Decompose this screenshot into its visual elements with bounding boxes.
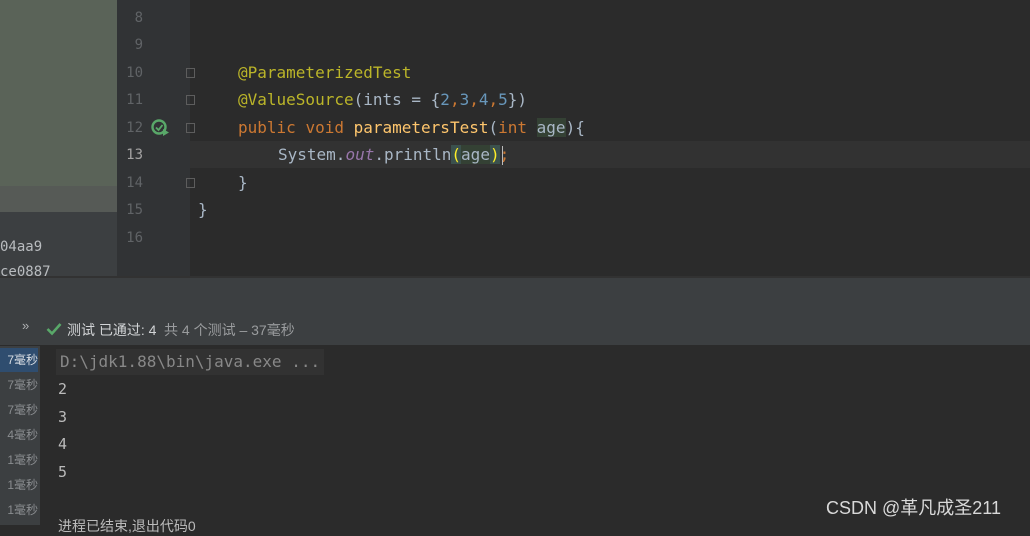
fold-icon[interactable] [186,68,195,78]
line-number: 10 [126,65,143,81]
code-line-11: @ValueSource(ints = {2,3,4,5}) [238,90,527,109]
parameter-name: age [536,118,566,137]
output-line: 5 [58,463,68,481]
line-number-current: 13 [126,147,143,163]
project-panel: 04aa9 ce0887 [0,0,117,276]
code-token: (ints = { [353,90,441,109]
keyword: void [305,118,344,137]
process-exit-message: 进程已结束,退出代码0 [58,518,196,534]
code-token: , [488,90,499,109]
test-duration[interactable]: 1毫秒 [0,451,38,469]
text-cursor [502,146,503,165]
code-token: ( [488,118,499,137]
panel-preview [0,0,117,186]
method-name: parametersTest [353,118,489,137]
code-line-14: } [238,173,248,192]
line-number: 12 [126,120,143,136]
code-token: .println [374,145,452,164]
commit-hash-1[interactable]: 04aa9 [0,239,42,255]
code-line-15: } [198,200,208,219]
test-duration[interactable]: 1毫秒 [0,501,38,519]
fold-icon[interactable] [186,95,195,105]
code-token: System. [278,145,346,164]
static-field: out [345,145,375,164]
keyword: public [238,118,296,137]
line-number: 8 [134,10,143,26]
annotation: @ParameterizedTest [238,63,412,82]
code-token: }) [507,90,528,109]
watermark: CSDN @革凡成圣211 [826,498,1001,518]
fold-icon[interactable] [186,178,195,188]
test-status-bar: » 测试 已通过: 4 共 4 个测试 – 37毫秒 [0,310,1030,346]
argument: age [461,145,490,164]
code-line-10: @ParameterizedTest [238,63,411,82]
number-literal: 3 [459,90,470,109]
line-number: 11 [126,92,143,108]
expand-chevron-icon[interactable]: » [22,318,29,333]
line-number: 14 [126,175,143,191]
code-token: , [449,90,460,109]
test-duration[interactable]: 7毫秒 [0,401,38,419]
code-token: } [238,173,248,192]
commit-hash-2[interactable]: ce0887 [0,264,51,276]
line-number: 15 [126,202,143,218]
output-line: 2 [58,380,68,398]
test-duration[interactable]: 7毫秒 [0,376,38,394]
run-test-icon[interactable] [150,118,172,138]
matched-paren: ) [489,145,500,164]
code-token: ){ [565,118,585,137]
output-line: 3 [58,408,68,426]
check-icon [46,321,62,340]
annotation: @ValueSource [238,90,354,109]
test-summary: 共 4 个测试 – 37毫秒 [164,322,295,338]
code-token: , [469,90,479,109]
test-duration-selected[interactable]: 7毫秒 [0,348,38,372]
matched-paren: ( [451,145,462,164]
line-number: 16 [126,230,143,246]
line-number: 9 [134,37,143,53]
run-toolwindow-header [0,278,1030,310]
panel-strip [0,186,117,212]
java-command-line: D:\jdk1.88\bin\java.exe ... [56,349,325,375]
code-line-12: public void parametersTest(int age){ [238,118,585,137]
number-literal: 2 [440,90,450,109]
code-token: } [198,200,208,219]
output-line: 4 [58,435,68,453]
number-literal: 5 [498,90,508,109]
keyword: int [498,118,528,137]
test-duration[interactable]: 1毫秒 [0,476,38,494]
test-passed-label: 测试 已通过: 4 [67,322,157,338]
test-duration[interactable]: 4毫秒 [0,426,38,444]
fold-icon[interactable] [186,123,195,133]
number-literal: 4 [478,90,489,109]
code-editor[interactable] [190,0,1030,276]
code-line-13: System.out.println(age); [278,145,509,164]
